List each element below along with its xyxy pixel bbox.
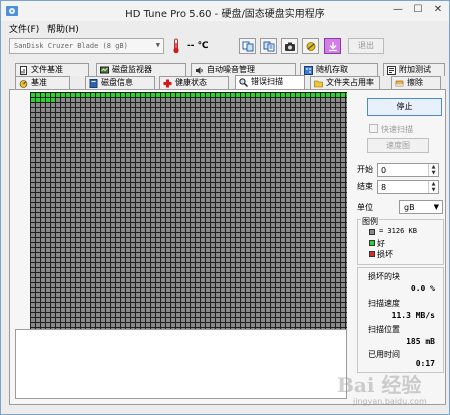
- tab-label: 文件基准: [31, 65, 63, 74]
- tab-random-access[interactable]: 随机存取: [300, 63, 378, 76]
- window-title: HD Tune Pro 5.60 - 硬盘/固态硬盘实用程序: [125, 9, 325, 20]
- block-map: [30, 92, 347, 329]
- tab-label: 磁盘监视器: [112, 65, 152, 74]
- legend-good-label: 好: [377, 239, 385, 248]
- end-label: 结束: [357, 182, 373, 191]
- unit-label: 单位: [357, 203, 373, 212]
- download-icon: [329, 42, 337, 52]
- watermark-url: jingyan.baidu.com: [353, 397, 427, 406]
- tab-label: 基准: [31, 78, 47, 87]
- start-spinner[interactable]: 0 ▲ ▼: [377, 163, 439, 177]
- tab-folder-usage[interactable]: 文件夹占用率: [310, 76, 380, 89]
- health-cross-icon: [163, 79, 172, 88]
- tab-label: 自动噪音管理: [207, 65, 255, 74]
- tab-label: 错误扫描: [251, 77, 283, 86]
- wrench-icon: [306, 42, 316, 51]
- chevron-down-icon: ▼: [155, 41, 160, 49]
- screenshot-button[interactable]: [281, 38, 298, 54]
- copy-icon: [242, 41, 254, 52]
- title-bar: HD Tune Pro 5.60 - 硬盘/固态硬盘实用程序 — ☐ ✕: [1, 1, 449, 21]
- tab-disk-info[interactable]: 磁盘信息: [85, 76, 155, 89]
- tab-disk-monitor[interactable]: 磁盘监视器: [96, 63, 186, 76]
- legend-title: 图例: [361, 216, 379, 227]
- end-spinner[interactable]: 8 ▲ ▼: [377, 180, 439, 194]
- copy-all-button[interactable]: [260, 38, 277, 54]
- exit-button[interactable]: 退出: [348, 38, 384, 54]
- bad-swatch: [369, 251, 375, 257]
- start-value: 0: [381, 166, 387, 175]
- random-access-icon: [304, 66, 313, 75]
- thermometer-icon: [173, 38, 179, 54]
- folder-icon: [314, 80, 323, 88]
- legend-bad-label: 损坏: [377, 250, 393, 259]
- eraser-icon: [395, 80, 404, 87]
- spinner-down-icon[interactable]: ▼: [428, 170, 438, 176]
- tab-label: 磁盘信息: [101, 78, 133, 87]
- menu-help[interactable]: 帮助(H): [47, 22, 79, 35]
- tab-extra-tests[interactable]: 附加测试: [383, 63, 445, 76]
- tab-erase[interactable]: 擦除: [391, 76, 441, 89]
- quick-scan-checkbox[interactable]: [369, 124, 378, 133]
- camera-icon: [285, 42, 295, 51]
- tab-label: 附加测试: [399, 65, 431, 74]
- options-button[interactable]: [302, 38, 319, 54]
- tab-label: 文件夹占用率: [326, 78, 374, 87]
- tab-label: 擦除: [407, 78, 423, 87]
- legend-block-size: = 3126 KB: [379, 227, 417, 235]
- unit-select[interactable]: gB ▼: [399, 200, 443, 214]
- watermark-logo: Bai 经验: [337, 373, 422, 397]
- scan-speed-value: 11.3 MB/s: [391, 311, 435, 320]
- scan-speed-label: 扫描速度: [368, 299, 400, 308]
- save-button[interactable]: [324, 38, 341, 54]
- quick-scan-label: 快速扫描: [381, 125, 413, 134]
- good-swatch: [369, 240, 375, 246]
- extra-tests-icon: [387, 66, 396, 75]
- block-grid-lines: [30, 92, 347, 329]
- speed-map-button[interactable]: 速度图: [367, 138, 429, 153]
- start-label: 开始: [357, 165, 373, 174]
- tab-file-benchmark[interactable]: 文件基准: [15, 63, 89, 76]
- untested-swatch: [369, 229, 375, 235]
- benchmark-icon: [19, 80, 28, 88]
- spinner-down-icon[interactable]: ▼: [428, 187, 438, 193]
- maximize-button[interactable]: ☐: [409, 2, 427, 18]
- menu-file[interactable]: 文件(F): [9, 22, 39, 35]
- magnifier-icon: [239, 78, 248, 87]
- app-window: HD Tune Pro 5.60 - 硬盘/固态硬盘实用程序 — ☐ ✕ 文件(…: [0, 0, 450, 415]
- end-value: 8: [381, 183, 387, 192]
- menu-bar: 文件(F) 帮助(H): [1, 21, 449, 35]
- tab-label: 随机存取: [316, 65, 348, 74]
- minimize-button[interactable]: —: [389, 2, 407, 18]
- tab-label: 健康状态: [175, 78, 207, 87]
- damaged-blocks-label: 损坏的块: [368, 272, 400, 281]
- copy-all-icon: [263, 41, 275, 52]
- noise-icon: [196, 67, 203, 74]
- close-button[interactable]: ✕: [429, 2, 447, 18]
- tab-error-scan[interactable]: 错误扫描: [235, 75, 305, 89]
- stop-button[interactable]: 停止: [367, 98, 442, 116]
- chevron-down-icon: ▼: [433, 203, 439, 211]
- disk-monitor-icon: [100, 66, 109, 74]
- temperature-readout: -- ℃: [187, 41, 209, 51]
- tab-benchmark[interactable]: 基准: [15, 76, 70, 89]
- tab-health[interactable]: 健康状态: [159, 76, 229, 89]
- scan-position-label: 扫描位置: [368, 325, 400, 334]
- damaged-blocks-value: 0.0 %: [410, 284, 435, 293]
- scan-position-value: 185 mB: [406, 337, 435, 346]
- copy-info-button[interactable]: [239, 38, 256, 54]
- elapsed-time-value: 0:17: [415, 359, 435, 368]
- unit-value: gB: [404, 203, 415, 212]
- toolbar: SanDisk Cruzer Blade (8 gB) ▼ -- ℃ 退出: [1, 35, 449, 57]
- disk-info-icon: [89, 79, 98, 88]
- file-benchmark-icon: [20, 66, 27, 75]
- drive-select-value: SanDisk Cruzer Blade (8 gB): [14, 42, 128, 50]
- drive-select[interactable]: SanDisk Cruzer Blade (8 gB) ▼: [9, 38, 164, 54]
- log-area: [15, 329, 347, 399]
